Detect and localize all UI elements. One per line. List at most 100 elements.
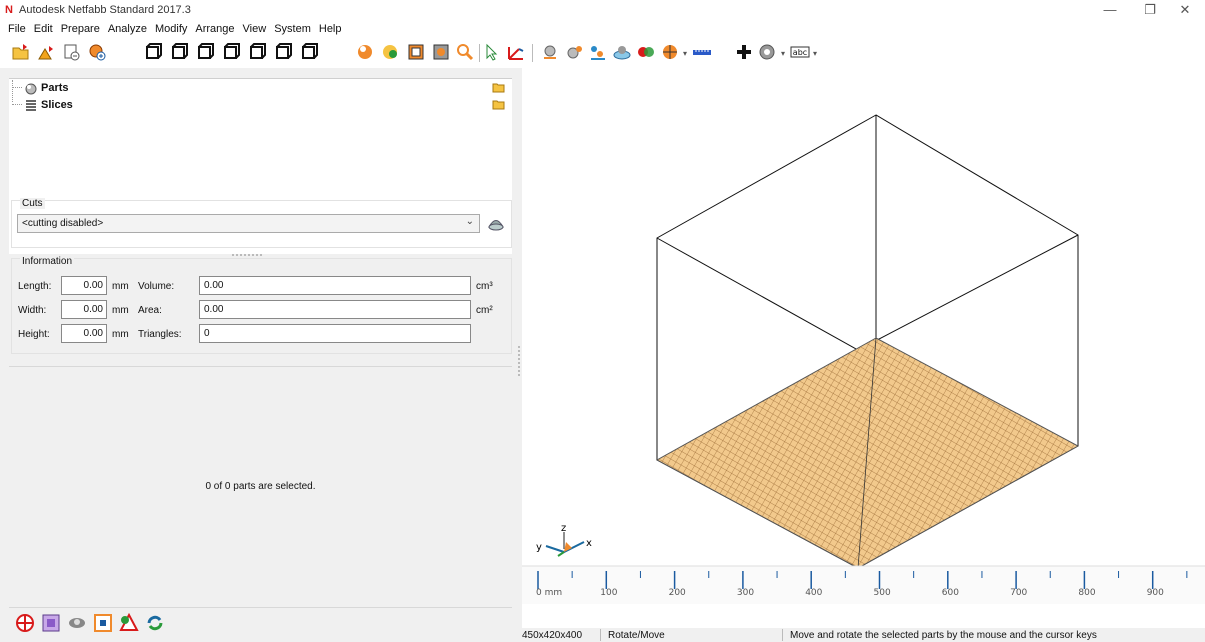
open-project-icon[interactable] xyxy=(11,42,31,62)
build-platform[interactable] xyxy=(655,337,1080,569)
add-icon[interactable] xyxy=(734,42,754,62)
repair-icon[interactable] xyxy=(14,612,36,634)
open-folder-icon[interactable] xyxy=(492,98,506,110)
width-unit: mm xyxy=(112,305,129,316)
app-logo-icon: N xyxy=(5,4,13,16)
view-right-icon[interactable] xyxy=(221,42,241,62)
view-left-icon[interactable] xyxy=(195,42,215,62)
view-bottom-icon[interactable] xyxy=(273,42,293,62)
maximize-button[interactable]: ❐ xyxy=(1130,2,1170,18)
height-label: Height: xyxy=(18,329,50,340)
select-pointer-icon[interactable] xyxy=(482,42,502,62)
add-part-icon[interactable] xyxy=(37,42,57,62)
shading-icon[interactable] xyxy=(355,42,375,62)
ruler: 0 mm 100 200 300 400 500 600 700 800 900 xyxy=(522,565,1205,604)
selection-status: 0 of 0 parts are selected. xyxy=(205,481,316,492)
chevron-down-icon: ⌄ xyxy=(465,216,474,227)
area-field[interactable]: 0.00 xyxy=(199,300,471,319)
svg-text:abc: abc xyxy=(793,48,807,57)
main-toolbar: ▾ ▾ abc ▾ xyxy=(0,38,1205,68)
axis-y-label: y xyxy=(536,542,542,553)
ruler-label: 0 mm xyxy=(536,588,562,598)
view-iso-icon[interactable] xyxy=(299,42,319,62)
ruler-label: 900 xyxy=(1147,588,1164,598)
left-panel: Parts Slices Cuts <cutting disabled> ⌄ I… xyxy=(0,68,516,642)
cuts-title: Cuts xyxy=(20,198,45,209)
ruler-label: 700 xyxy=(1010,588,1027,598)
slice-view-icon[interactable] xyxy=(431,42,451,62)
mesh-icon[interactable] xyxy=(40,612,62,634)
cut-settings-button[interactable] xyxy=(485,212,507,234)
menu-prepare[interactable]: Prepare xyxy=(58,20,105,38)
ruler-label: 800 xyxy=(1078,588,1095,598)
status-separator xyxy=(782,629,783,641)
export-part-icon[interactable] xyxy=(62,42,82,62)
place-parts-icon[interactable] xyxy=(588,42,608,62)
parts-icon xyxy=(24,81,38,95)
area-label: Area: xyxy=(138,305,162,316)
minimize-button[interactable]: — xyxy=(1090,2,1130,18)
axis-gizmo: z y x xyxy=(536,523,592,557)
refresh-icon[interactable] xyxy=(144,612,166,634)
section-dropdown-arrow[interactable]: ▾ xyxy=(683,49,687,58)
viewport-canvas[interactable]: z y x 0 mm 100 200 300 400 500 600 700 800 900 xyxy=(522,68,1205,628)
volume-field[interactable]: 0.00 xyxy=(199,276,471,295)
frame-icon[interactable] xyxy=(92,612,114,634)
3d-viewport[interactable]: z y x 0 mm 100 200 300 400 500 600 700 800 900 xyxy=(522,68,1205,628)
selected-parts-area: 0 of 0 parts are selected. xyxy=(9,366,512,608)
menu-view[interactable]: View xyxy=(240,20,272,38)
wireframe-shaded-icon[interactable] xyxy=(380,42,400,62)
sphere-support-icon[interactable] xyxy=(540,42,560,62)
area-unit: cm² xyxy=(476,305,493,316)
tree-item-parts[interactable]: Parts xyxy=(9,80,512,102)
section-icon[interactable] xyxy=(660,42,680,62)
tree-connector xyxy=(12,104,22,105)
new-part-icon[interactable] xyxy=(87,42,107,62)
boolean-icon[interactable] xyxy=(636,42,656,62)
close-button[interactable]: ✕ xyxy=(1165,2,1205,18)
label-tool-dropdown-arrow[interactable]: ▾ xyxy=(781,49,785,58)
view-back-icon[interactable] xyxy=(169,42,189,62)
text-tool-dropdown-arrow[interactable]: ▾ xyxy=(813,49,817,58)
vertical-splitter-grip[interactable] xyxy=(518,346,520,376)
spheres-icon[interactable] xyxy=(565,42,585,62)
cuts-select[interactable]: <cutting disabled> ⌄ xyxy=(17,214,480,233)
horizontal-splitter-grip[interactable] xyxy=(232,254,262,256)
height-field[interactable]: 0.00 xyxy=(61,324,107,343)
length-label: Length: xyxy=(18,281,52,292)
tree-connector xyxy=(12,87,22,88)
title-bar: N Autodesk Netfabb Standard 2017.3 — ❐ ✕ xyxy=(0,0,1205,20)
ruler-label: 400 xyxy=(805,588,822,598)
menu-modify[interactable]: Modify xyxy=(152,20,192,38)
width-field[interactable]: 0.00 xyxy=(61,300,107,319)
axis-z-label: z xyxy=(561,523,566,534)
view-front-icon[interactable] xyxy=(143,42,163,62)
ruler-label: 500 xyxy=(874,588,891,598)
zoom-icon[interactable] xyxy=(455,42,475,62)
warning-icon[interactable] xyxy=(118,612,140,634)
menu-analyze[interactable]: Analyze xyxy=(105,20,152,38)
tool-mode-status: Rotate/Move xyxy=(608,630,665,641)
measure-axes-icon[interactable] xyxy=(506,42,526,62)
status-bar: 450x420x400 Rotate/Move Move and rotate … xyxy=(516,628,1205,642)
menu-arrange[interactable]: Arrange xyxy=(192,20,239,38)
text-tool-icon[interactable]: abc xyxy=(790,42,810,62)
ruler-label: 600 xyxy=(942,588,959,598)
tree-item-slices[interactable]: Slices xyxy=(9,97,512,113)
platform-icon[interactable] xyxy=(612,42,632,62)
label-tool-icon[interactable] xyxy=(758,42,778,62)
toolbar-separator xyxy=(479,44,480,62)
ruler-icon[interactable] xyxy=(692,42,712,62)
menu-help[interactable]: Help xyxy=(316,20,347,38)
sphere-icon[interactable] xyxy=(66,612,88,634)
triangles-field[interactable]: 0 xyxy=(199,324,471,343)
cuts-selected-value: <cutting disabled> xyxy=(22,218,104,229)
length-field[interactable]: 0.00 xyxy=(61,276,107,295)
box-view-icon[interactable] xyxy=(406,42,426,62)
menu-file[interactable]: File xyxy=(5,20,31,38)
menu-edit[interactable]: Edit xyxy=(31,20,58,38)
open-folder-icon[interactable] xyxy=(492,81,506,93)
length-unit: mm xyxy=(112,281,129,292)
view-top-icon[interactable] xyxy=(247,42,267,62)
menu-system[interactable]: System xyxy=(271,20,316,38)
